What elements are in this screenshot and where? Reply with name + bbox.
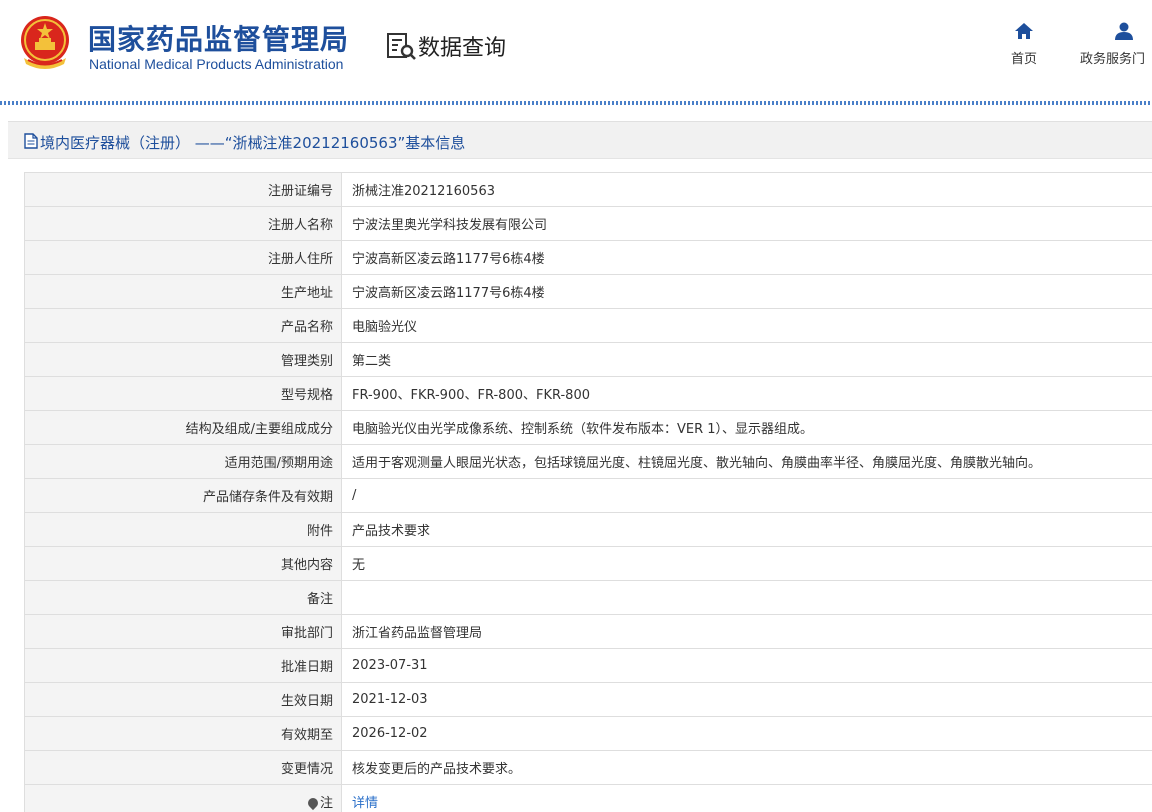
table-row: 适用范围/预期用途 适用于客观测量人眼屈光状态，包括球镜屈光度、柱镜屈光度、散光… [24,444,1152,479]
row-value: FR-900、FKR-900、FR-800、FKR-800 [341,376,1152,411]
row-value: 浙江省药品监督管理局 [341,614,1152,649]
table-row: 注 详情 [24,784,1152,812]
header-divider [0,101,1152,105]
row-value: 无 [341,546,1152,581]
row-value: 第二类 [341,342,1152,377]
table-row: 产品名称 电脑验光仪 [24,308,1152,343]
table-row: 变更情况 核发变更后的产品技术要求。 [24,750,1152,785]
row-label: 产品名称 [24,308,342,343]
row-label: 批准日期 [24,648,342,683]
table-row: 其他内容 无 [24,546,1152,581]
table-row: 审批部门 浙江省药品监督管理局 [24,614,1152,649]
data-query-icon [387,33,416,60]
data-query-title: 数据查询 [418,36,507,61]
nav-home[interactable]: 首页 [1004,22,1044,67]
row-label: 适用范围/预期用途 [24,444,342,479]
row-value: 产品技术要求 [341,512,1152,547]
table-row: 附件 产品技术要求 [24,512,1152,547]
note-label: 注 [319,796,333,811]
row-label: 备注 [24,580,342,615]
row-label: 其他内容 [24,546,342,581]
row-label: 生效日期 [24,682,342,717]
table-row: 生效日期 2021-12-03 [24,682,1152,717]
document-icon [24,133,38,149]
row-value [341,580,1152,615]
row-label: 注册人住所 [24,240,342,275]
table-row: 结构及组成/主要组成成分 电脑验光仪由光学成像系统、控制系统（软件发布版本：VE… [24,410,1152,445]
row-label: 生产地址 [24,274,342,309]
row-label: 注册人名称 [24,206,342,241]
row-value: / [341,478,1152,513]
row-label: 变更情况 [24,750,342,785]
org-name-en: National Medical Products Administration [89,56,344,72]
row-value: 2026-12-02 [341,716,1152,751]
row-label: 型号规格 [24,376,342,411]
row-label-note: 注 [24,784,342,812]
map-pin-icon [305,795,321,811]
row-value: 核发变更后的产品技术要求。 [341,750,1152,785]
table-row: 备注 [24,580,1152,615]
row-value: 电脑验光仪由光学成像系统、控制系统（软件发布版本：VER 1）、显示器组成。 [341,410,1152,445]
table-row: 批准日期 2023-07-31 [24,648,1152,683]
row-label: 产品储存条件及有效期 [24,478,342,513]
table-row: 有效期至 2026-12-02 [24,716,1152,751]
row-label: 审批部门 [24,614,342,649]
table-row: 注册证编号 浙械注准20212160563 [24,172,1152,207]
nav-gov-label: 政务服务门 [1080,52,1146,67]
table-row: 管理类别 第二类 [24,342,1152,377]
table-row: 注册人住所 宁波高新区凌云路1177号6栋4楼 [24,240,1152,275]
basic-info-table: 注册证编号 浙械注准20212160563 注册人名称 宁波法里奥光学科技发展有… [24,172,1152,812]
row-value: 2023-07-31 [341,648,1152,683]
user-icon [1115,22,1133,40]
row-value: 宁波高新区凌云路1177号6栋4楼 [341,274,1152,309]
row-label: 有效期至 [24,716,342,751]
row-label: 结构及组成/主要组成成分 [24,410,342,445]
record-title: 境内医疗器械（注册） ——“浙械注准20212160563”基本信息 [40,134,466,152]
national-emblem-icon [21,16,69,69]
row-value: 2021-12-03 [341,682,1152,717]
nav-gov-services[interactable]: 政务服务门 [1080,22,1152,67]
row-label: 注册证编号 [24,172,342,207]
record-title-bar: 境内医疗器械（注册） ——“浙械注准20212160563”基本信息 [8,121,1152,159]
row-value: 宁波法里奥光学科技发展有限公司 [341,206,1152,241]
table-row: 型号规格 FR-900、FKR-900、FR-800、FKR-800 [24,376,1152,411]
row-label: 管理类别 [24,342,342,377]
row-value: 适用于客观测量人眼屈光状态，包括球镜屈光度、柱镜屈光度、散光轴向、角膜曲率半径、… [341,444,1152,479]
details-link[interactable]: 详情 [341,784,1152,812]
nav-home-label: 首页 [1010,52,1037,67]
row-value: 浙械注准20212160563 [341,172,1152,207]
row-value: 宁波高新区凌云路1177号6栋4楼 [341,240,1152,275]
row-value: 电脑验光仪 [341,308,1152,343]
row-label: 附件 [24,512,342,547]
table-row: 生产地址 宁波高新区凌云路1177号6栋4楼 [24,274,1152,309]
table-row: 注册人名称 宁波法里奥光学科技发展有限公司 [24,206,1152,241]
table-row: 产品储存条件及有效期 / [24,478,1152,513]
home-icon [1015,23,1033,39]
site-header: 国家药品监督管理局 National Medical Products Admi… [0,0,1152,102]
org-name-cn: 国家药品监督管理局 [88,23,350,56]
